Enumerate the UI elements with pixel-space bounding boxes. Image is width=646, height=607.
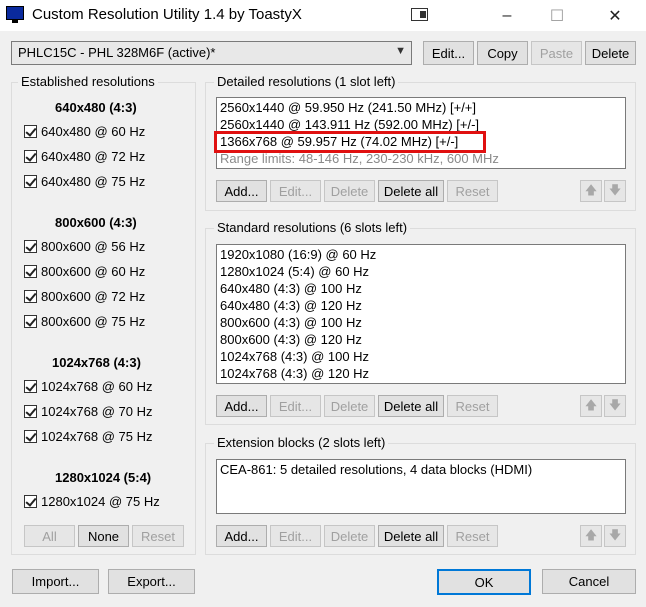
detailed-reset-button[interactable]: Reset [447,180,498,202]
standard-add-button[interactable]: Add... [216,395,267,417]
check-800x600-75[interactable]: 800x600 @ 75 Hz [24,314,145,329]
check-label: 640x480 @ 75 Hz [41,174,146,189]
extension-move-down-icon[interactable]: 🡇 [604,525,626,547]
res-heading-640x480: 640x480 (4:3) [55,100,137,115]
list-item[interactable]: 640x480 (4:3) @ 100 Hz [220,280,622,297]
detailed-move-down-icon[interactable]: 🡇 [604,180,626,202]
checkbox[interactable] [24,125,37,138]
title-bar: Custom Resolution Utility 1.4 by ToastyX… [0,0,646,31]
check-640x480-75[interactable]: 640x480 @ 75 Hz [24,174,145,189]
detailed-edit-button[interactable]: Edit... [270,180,321,202]
red-highlight-box [214,131,486,153]
edit-monitor-button[interactable]: Edit... [423,41,474,65]
check-label: 640x480 @ 60 Hz [41,124,146,139]
list-item[interactable]: 1920x1080 (16:9) @ 60 Hz [220,246,622,263]
detailed-add-button[interactable]: Add... [216,180,267,202]
monitor-select[interactable]: PHLC15C - PHL 328M6F (active)* ▼ [11,41,412,65]
check-label: 640x480 @ 72 Hz [41,149,146,164]
check-640x480-72[interactable]: 640x480 @ 72 Hz [24,149,145,164]
check-1024x768-75[interactable]: 1024x768 @ 75 Hz [24,429,153,444]
check-label: 1280x1024 @ 75 Hz [41,494,160,509]
chevron-down-icon: ▼ [395,45,406,57]
check-label: 800x600 @ 75 Hz [41,314,146,329]
detailed-delete-button[interactable]: Delete [324,180,375,202]
cru-window: Custom Resolution Utility 1.4 by ToastyX… [0,0,646,607]
window-title: Custom Resolution Utility 1.4 by ToastyX [32,6,302,23]
checkbox[interactable] [24,430,37,443]
standard-reset-button[interactable]: Reset [447,395,498,417]
extension-delete-button[interactable]: Delete [324,525,375,547]
res-heading-1280x1024: 1280x1024 (5:4) [55,470,152,485]
check-1024x768-70[interactable]: 1024x768 @ 70 Hz [24,404,153,419]
standard-move-down-icon[interactable]: 🡇 [604,395,626,417]
check-label: 800x600 @ 60 Hz [41,264,146,279]
standard-resolutions-list[interactable]: 1920x1080 (16:9) @ 60 Hz 1280x1024 (5:4)… [216,244,626,384]
check-label: 1024x768 @ 70 Hz [41,404,153,419]
standard-delete-button[interactable]: Delete [324,395,375,417]
minimize-button[interactable]: – [484,0,530,31]
detailed-move-up-icon[interactable]: 🡅 [580,180,602,202]
list-item[interactable]: 1024x768 (4:3) @ 100 Hz [220,348,622,365]
extension-blocks-list[interactable]: CEA-861: 5 detailed resolutions, 4 data … [216,459,626,514]
standard-delete-all-button[interactable]: Delete all [378,395,444,417]
standard-resolutions-title: Standard resolutions (6 slots left) [214,220,411,235]
extension-reset-button[interactable]: Reset [447,525,498,547]
check-800x600-72[interactable]: 800x600 @ 72 Hz [24,289,145,304]
import-button[interactable]: Import... [12,569,99,594]
list-item[interactable]: CEA-861: 5 detailed resolutions, 4 data … [220,461,622,478]
monitor-icon [6,6,24,23]
extension-add-button[interactable]: Add... [216,525,267,547]
check-label: 800x600 @ 56 Hz [41,239,146,254]
list-item[interactable]: 640x480 (4:3) @ 120 Hz [220,297,622,314]
checkbox[interactable] [24,315,37,328]
check-label: 1024x768 @ 75 Hz [41,429,153,444]
detailed-resolutions-title: Detailed resolutions (1 slot left) [214,74,399,89]
paste-button[interactable]: Paste [531,41,582,65]
check-label: 1024x768 @ 60 Hz [41,379,153,394]
delete-monitor-button[interactable]: Delete [585,41,636,65]
list-item[interactable]: 2560x1440 @ 59.950 Hz (241.50 MHz) [+/+] [220,99,622,116]
maximize-button[interactable]: ☐ [534,0,580,31]
detailed-delete-all-button[interactable]: Delete all [378,180,444,202]
check-label: 800x600 @ 72 Hz [41,289,146,304]
checkbox[interactable] [24,495,37,508]
list-item[interactable]: 800x600 (4:3) @ 100 Hz [220,314,622,331]
ok-button[interactable]: OK [437,569,531,595]
check-800x600-56[interactable]: 800x600 @ 56 Hz [24,239,145,254]
standard-edit-button[interactable]: Edit... [270,395,321,417]
established-resolutions-title: Established resolutions [18,74,158,89]
all-button[interactable]: All [24,525,75,547]
extension-move-up-icon[interactable]: 🡅 [580,525,602,547]
checkbox[interactable] [24,175,37,188]
res-heading-800x600: 800x600 (4:3) [55,215,137,230]
check-1024x768-60[interactable]: 1024x768 @ 60 Hz [24,379,153,394]
copy-button[interactable]: Copy [477,41,528,65]
close-button[interactable]: ✕ [592,0,638,31]
list-item[interactable]: 1024x768 (4:3) @ 120 Hz [220,365,622,382]
checkbox[interactable] [24,290,37,303]
check-800x600-60[interactable]: 800x600 @ 60 Hz [24,264,145,279]
list-item[interactable]: 800x600 (4:3) @ 120 Hz [220,331,622,348]
monitor-select-value: PHLC15C - PHL 328M6F (active)* [18,45,216,60]
check-1280x1024-75[interactable]: 1280x1024 @ 75 Hz [24,494,160,509]
cancel-button[interactable]: Cancel [542,569,636,594]
extension-edit-button[interactable]: Edit... [270,525,321,547]
export-button[interactable]: Export... [108,569,195,594]
checkbox[interactable] [24,150,37,163]
checkbox[interactable] [24,240,37,253]
check-640x480-60[interactable]: 640x480 @ 60 Hz [24,124,145,139]
extension-delete-all-button[interactable]: Delete all [378,525,444,547]
established-reset-button[interactable]: Reset [132,525,184,547]
list-item[interactable]: 1280x1024 (5:4) @ 60 Hz [220,263,622,280]
extension-blocks-title: Extension blocks (2 slots left) [214,435,389,450]
standard-move-up-icon[interactable]: 🡅 [580,395,602,417]
checkbox[interactable] [24,405,37,418]
none-button[interactable]: None [78,525,129,547]
res-heading-1024x768: 1024x768 (4:3) [52,355,141,370]
pin-icon[interactable] [411,8,428,21]
checkbox[interactable] [24,265,37,278]
checkbox[interactable] [24,380,37,393]
